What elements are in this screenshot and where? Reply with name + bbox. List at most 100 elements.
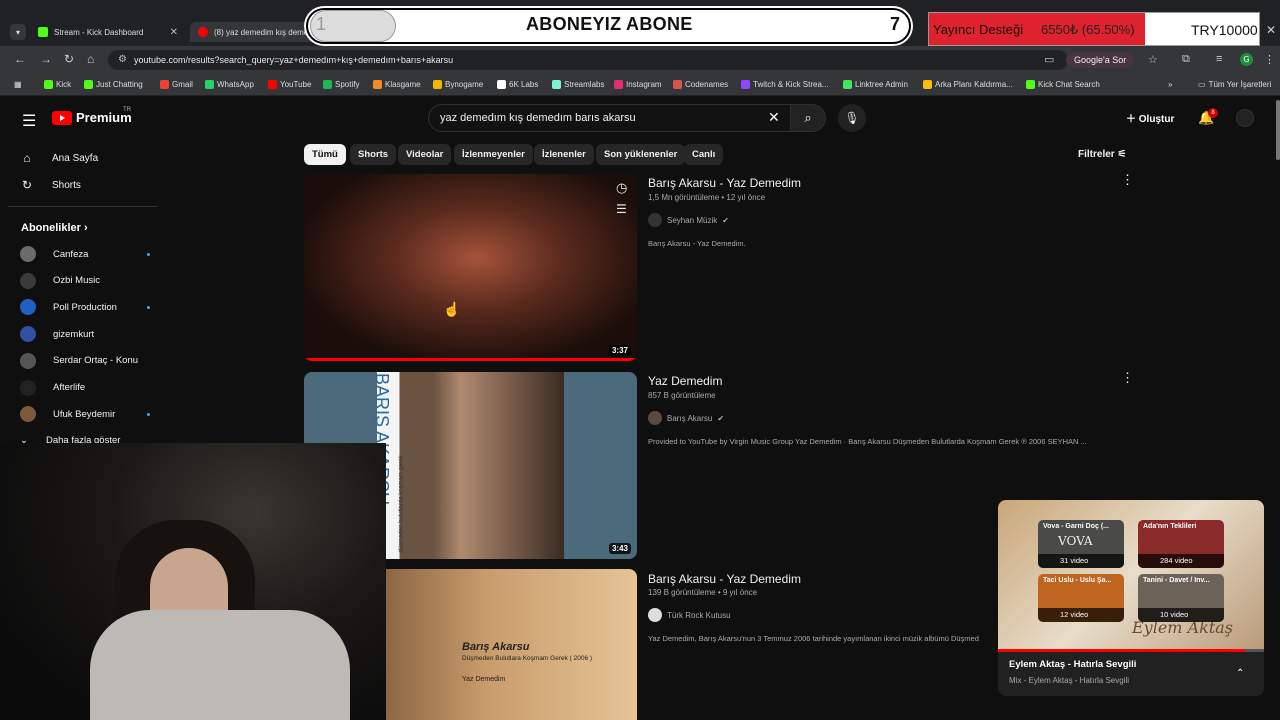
chevron-right-icon: › xyxy=(83,222,88,234)
filter-chip[interactable]: Videolar xyxy=(398,144,452,165)
notification-count-badge: 8 xyxy=(1208,108,1218,118)
filter-chip[interactable]: İzlenenler xyxy=(534,144,594,165)
create-button[interactable]: ＋ Oluştur xyxy=(1126,110,1174,125)
playlist-title: Vova - Garni Doç (... xyxy=(1043,523,1109,530)
bookmark-8[interactable]: 6K Labs xyxy=(497,80,538,89)
bookmark-0[interactable]: Kick xyxy=(44,80,71,89)
apps-grid-icon[interactable]: ▦ xyxy=(14,80,22,89)
sidebar-item-label: Ana Sayfa xyxy=(52,152,99,164)
subscription-name: Serdar Ortaç - Konu xyxy=(53,355,139,367)
sidebar-subscription[interactable]: Canfeza xyxy=(20,246,150,262)
close-tab-icon[interactable]: ✕ xyxy=(170,27,178,38)
sidebar-subscription[interactable]: Afterlife xyxy=(20,379,150,396)
bookmark-13[interactable]: Linktree Admin xyxy=(843,80,908,89)
voice-search-button[interactable]: 🎙 xyxy=(838,104,866,132)
sidebar-item-home[interactable]: ⌂ Ana Sayfa xyxy=(20,151,98,165)
more-actions-icon[interactable]: ⋮ xyxy=(1121,172,1134,188)
bookmark-14[interactable]: Arka Planı Kaldırma... xyxy=(923,80,1013,89)
search-button[interactable]: ⌕ xyxy=(790,104,826,132)
chevron-up-icon[interactable]: ⌃ xyxy=(1236,668,1244,679)
address-url[interactable]: youtube.com/results?search_query=yaz+dem… xyxy=(134,55,453,65)
bookmark-label: Kick Chat Search xyxy=(1038,80,1100,89)
close-window-icon[interactable]: ✕ xyxy=(1266,23,1276,37)
new-content-dot xyxy=(147,305,150,309)
page-scrollbar[interactable] xyxy=(1276,100,1280,160)
filter-chip[interactable]: İzlenmeyenler xyxy=(454,144,533,165)
home-icon[interactable]: ⌂ xyxy=(87,52,94,66)
bookmark-1[interactable]: Just Chatting xyxy=(84,80,143,89)
bookmark-star-icon[interactable]: ☆ xyxy=(1148,53,1158,66)
playlist-count: 12 video xyxy=(1038,608,1124,622)
video-title[interactable]: Yaz Demedim xyxy=(648,374,722,388)
playlist-card[interactable]: Vova - Garni Doç (... VOVA 31 video xyxy=(1038,520,1124,568)
back-icon[interactable]: ← xyxy=(14,52,26,66)
miniplayer-progress-fill xyxy=(998,649,1246,652)
bookmark-3[interactable]: WhatsApp xyxy=(205,80,254,89)
sidebar-subscription[interactable]: gizemkurt xyxy=(20,326,150,343)
subscription-avatar xyxy=(20,406,36,423)
account-avatar[interactable] xyxy=(1236,109,1254,127)
browser-tab-youtube[interactable]: (8) yaz demedim kış demedi xyxy=(190,22,312,42)
channel-link[interactable]: Barış Akarsu ✔ xyxy=(648,411,724,425)
all-bookmarks-link[interactable]: ▭ Tüm Yer İşaretleri xyxy=(1198,80,1271,89)
tab-search-icon[interactable]: ▾ xyxy=(10,24,26,40)
filter-chip[interactable]: Shorts xyxy=(350,144,397,165)
filter-chip[interactable]: Son yüklenenler xyxy=(596,144,686,165)
cast-icon[interactable]: ▭ xyxy=(1044,53,1054,66)
subscriptions-heading[interactable]: Abonelikler › xyxy=(21,222,88,234)
watch-later-icon[interactable]: ◷ xyxy=(616,180,627,196)
sidebar-subscription[interactable]: Poll Production xyxy=(20,299,150,316)
bookmark-12[interactable]: Twitch & Kick Strea... xyxy=(741,80,829,89)
bookmark-9[interactable]: Streamlabs xyxy=(552,80,604,89)
extensions-icon[interactable]: ⧉ xyxy=(1182,53,1190,66)
youtube-premium-logo[interactable]: Premium xyxy=(52,110,132,125)
browser-menu-icon[interactable]: ⋮ xyxy=(1264,53,1275,66)
bookmark-6[interactable]: Klasgame xyxy=(373,80,421,89)
media-queue-icon[interactable]: ≡ xyxy=(1216,53,1222,65)
playlist-card[interactable]: Tanini - Davet / Inv... 10 video xyxy=(1138,574,1224,622)
search-query[interactable]: yaz demedım kış demedım barıs akarsu xyxy=(440,112,636,124)
overlay-right-number: 7 xyxy=(890,14,901,34)
video-thumbnail[interactable]: ◷ ☰ 3:37 xyxy=(304,174,637,361)
sidebar-divider xyxy=(8,206,158,207)
bookmark-favicon-icon xyxy=(923,80,932,89)
filter-chip[interactable]: Canlı xyxy=(684,144,724,165)
bookmark-5[interactable]: Spotify xyxy=(323,80,359,89)
video-title[interactable]: Barış Akarsu - Yaz Demedim xyxy=(648,176,801,190)
bookmark-15[interactable]: Kick Chat Search xyxy=(1026,80,1100,89)
filter-chip[interactable]: Tümü xyxy=(304,144,346,165)
filters-button[interactable]: Filtreler ⚟ xyxy=(1078,149,1126,160)
bookmark-11[interactable]: Codenames xyxy=(673,80,728,89)
site-info-icon[interactable]: ⚙ xyxy=(118,54,127,65)
channel-link[interactable]: Türk Rock Kutusu xyxy=(648,608,731,622)
video-meta: 857 B görüntüleme xyxy=(648,391,716,400)
google-sor-button[interactable]: Google'a Sor xyxy=(1066,52,1135,68)
add-to-queue-icon[interactable]: ☰ xyxy=(616,202,627,216)
playlist-card[interactable]: Taci Uslu - Uslu Şa... 12 video xyxy=(1038,574,1124,622)
sidebar-subscription[interactable]: Ozbi Music xyxy=(20,272,150,289)
video-title[interactable]: Barış Akarsu - Yaz Demedim xyxy=(648,572,801,586)
overlay-title: ABONEYIZ ABONE xyxy=(526,14,693,34)
miniplayer-progress-track[interactable] xyxy=(998,649,1264,652)
channel-link[interactable]: Seyhan Müzik ✔ xyxy=(648,213,729,227)
profile-avatar[interactable]: G xyxy=(1240,53,1253,66)
sidebar-item-shorts[interactable]: ↻ Shorts xyxy=(20,178,81,192)
playlist-card[interactable]: Ada'nın Teklileri 284 video xyxy=(1138,520,1224,568)
browser-tab-kick[interactable]: Stream - Kick Dashboard ✕ xyxy=(30,22,186,42)
bookmarks-overflow-icon[interactable]: » xyxy=(1168,80,1172,89)
hamburger-menu-icon[interactable]: ☰ xyxy=(22,111,36,131)
new-content-dot xyxy=(147,412,150,416)
playlist-count: 284 video xyxy=(1138,554,1224,568)
miniplayer-title[interactable]: Eylem Aktaş - Hatırla Sevgili xyxy=(1009,659,1136,670)
bookmark-4[interactable]: YouTube xyxy=(268,80,311,89)
reload-icon[interactable]: ↻ xyxy=(64,52,74,66)
more-actions-icon[interactable]: ⋮ xyxy=(1121,370,1134,386)
bookmark-10[interactable]: Instagram xyxy=(614,80,662,89)
bookmark-favicon-icon xyxy=(614,80,623,89)
clear-search-icon[interactable]: ✕ xyxy=(768,109,780,126)
sidebar-subscription[interactable]: Ufuk Beydemir xyxy=(20,406,150,423)
sidebar-subscription[interactable]: Serdar Ortaç - Konu xyxy=(20,352,150,369)
bookmark-2[interactable]: Gmail xyxy=(160,80,193,89)
bookmark-7[interactable]: Bynogame xyxy=(433,80,483,89)
forward-icon[interactable]: → xyxy=(40,52,52,66)
